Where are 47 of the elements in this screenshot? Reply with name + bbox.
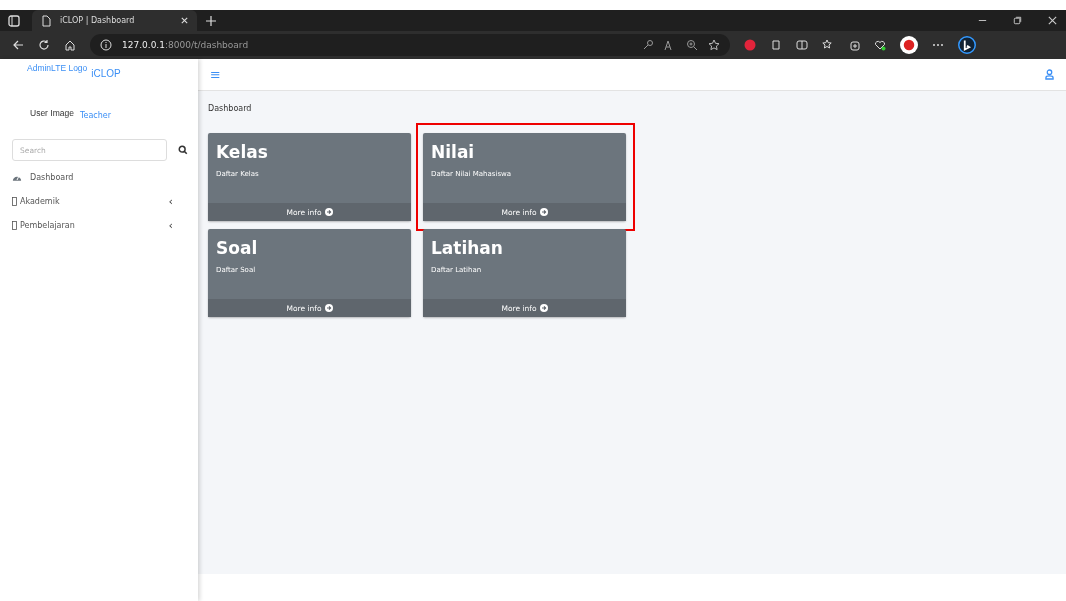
reload-icon[interactable] — [38, 39, 50, 51]
zoom-icon[interactable] — [686, 39, 698, 51]
new-tab-icon[interactable] — [205, 14, 217, 27]
sidebar-item[interactable]: Dashboard — [0, 165, 185, 189]
page-icon — [40, 14, 52, 27]
card-title: Latihan — [430, 237, 504, 258]
adblock-icon[interactable] — [744, 39, 756, 51]
arrow-circle-icon — [324, 208, 333, 216]
restore-icon[interactable] — [1012, 15, 1023, 26]
search-icon[interactable] — [178, 145, 188, 155]
brand-link[interactable]: iCLOP — [91, 68, 121, 79]
tab-title: iCLOP | Dashboard — [60, 16, 136, 25]
back-icon[interactable] — [12, 39, 24, 51]
tab-actions-icon[interactable] — [8, 14, 20, 27]
favorites-icon[interactable] — [822, 39, 834, 51]
user-image-alt-text: User Image — [30, 108, 74, 118]
menu-icon[interactable]: ≡ — [210, 68, 221, 81]
info-icon — [100, 39, 112, 51]
profile-avatar-icon[interactable] — [900, 36, 918, 54]
caret-icon: ‹ — [168, 194, 173, 208]
home-icon[interactable] — [64, 39, 76, 51]
key-icon[interactable] — [642, 39, 654, 51]
arrow-circle-icon — [539, 304, 548, 312]
sidebar-item[interactable]: Akademik ‹ — [0, 189, 185, 213]
user-name-link[interactable]: Teacher — [79, 111, 111, 120]
arrow-circle-icon — [324, 304, 333, 312]
heart-icon[interactable] — [874, 39, 886, 51]
arrow-circle-icon — [539, 208, 548, 216]
missing-glyph-icon — [12, 220, 17, 230]
caret-icon: ‹ — [168, 218, 173, 232]
missing-glyph-icon — [12, 196, 17, 206]
split-screen-icon[interactable] — [796, 39, 808, 51]
card-title: Kelas — [215, 141, 269, 162]
card-title: Soal — [215, 237, 259, 258]
user-icon[interactable] — [1045, 69, 1054, 80]
copilot-icon[interactable] — [958, 36, 976, 54]
address-field[interactable]: 127.0.0.1:8000/t/dashboard — [90, 34, 730, 56]
browser-tab[interactable]: iCLOP | Dashboard — [32, 10, 197, 31]
close-window-icon[interactable] — [1047, 15, 1058, 26]
card-title: Nilai — [430, 141, 476, 162]
sidebar-item[interactable]: Pembelajaran ‹ — [0, 213, 185, 237]
page-title: Dashboard — [208, 104, 253, 113]
star-icon[interactable] — [708, 39, 720, 51]
logo-image-alt-text: AdminLTE Logo — [27, 63, 88, 73]
url-text: 127.0.0.1:8000/t/dashboard — [122, 40, 249, 50]
collections-icon[interactable] — [848, 39, 860, 51]
close-icon[interactable] — [180, 16, 189, 25]
